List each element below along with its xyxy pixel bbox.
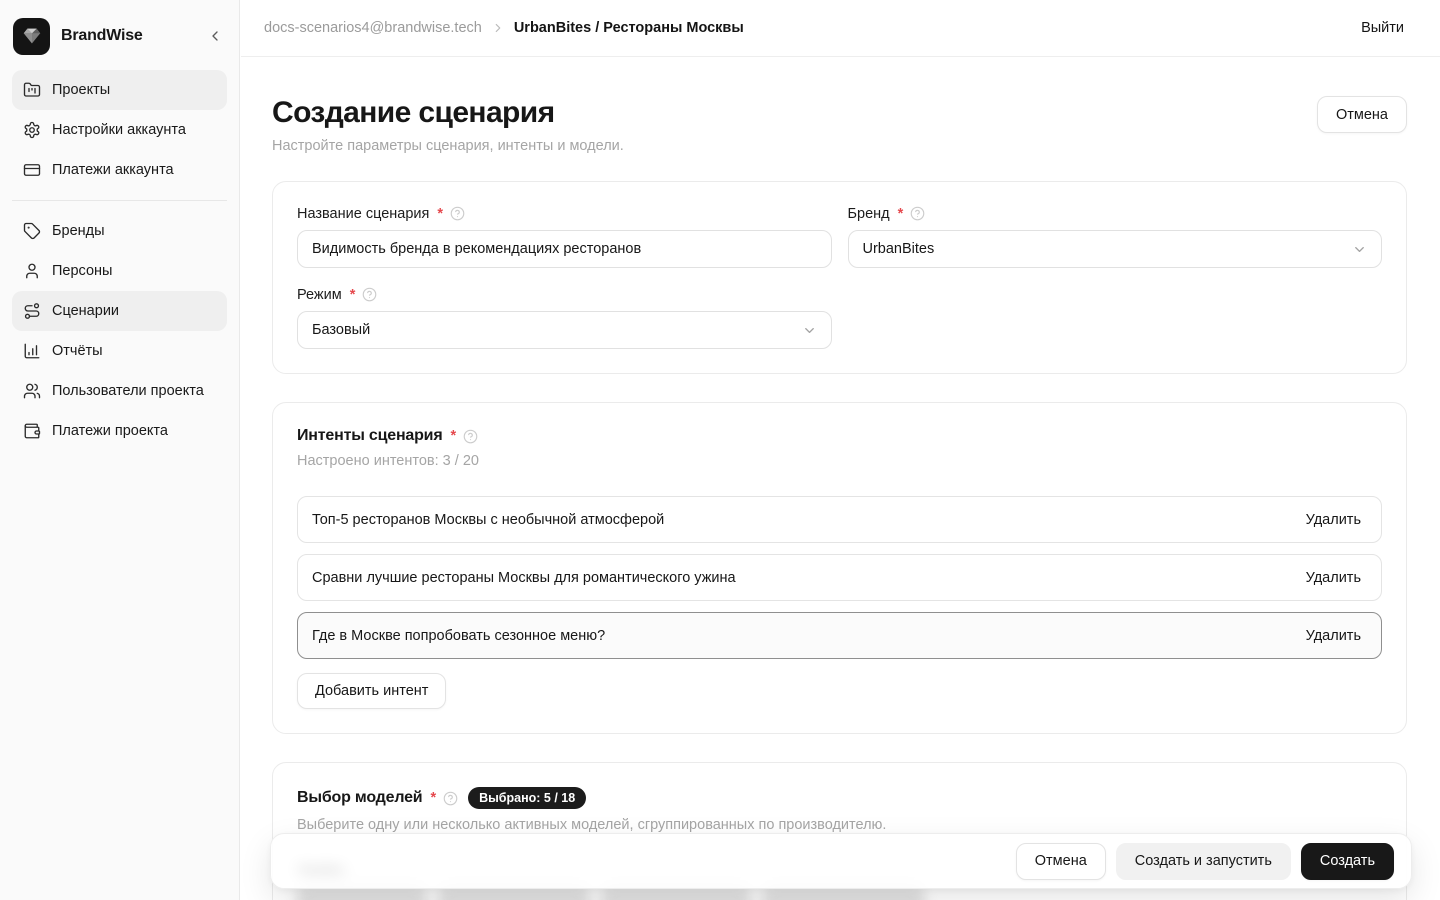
gem-icon: [21, 25, 43, 47]
chevron-down-icon: [802, 323, 817, 338]
selected-count-badge: Выбрано: 5 / 18: [468, 787, 586, 809]
page-subtitle: Настройте параметры сценария, интенты и …: [272, 138, 624, 154]
mode-select-value: Базовый: [312, 322, 370, 338]
brand-select-value: UrbanBites: [863, 241, 935, 257]
help-icon[interactable]: [450, 206, 465, 221]
add-intent-button[interactable]: Добавить интент: [297, 673, 446, 709]
mode-field: Режим * Базовый: [297, 287, 832, 349]
required-mark: *: [437, 206, 443, 222]
required-mark: *: [350, 287, 356, 303]
scenario-params-card: Название сценария * Бренд * Urb: [272, 181, 1407, 374]
cancel-button-footer[interactable]: Отмена: [1016, 843, 1106, 880]
sidebar-nav-account: Проекты Настройки аккаунта Платежи аккау…: [0, 70, 239, 190]
sidebar: BrandWise Проекты Настройки аккаунта Пла…: [0, 0, 240, 900]
chevron-right-icon: [491, 21, 505, 35]
sidebar-item-label: Платежи проекта: [52, 423, 168, 439]
top-header: docs-scenarios4@brandwise.tech UrbanBite…: [241, 0, 1440, 57]
sidebar-item-label: Бренды: [52, 223, 105, 239]
help-icon[interactable]: [443, 791, 458, 806]
mode-select[interactable]: Базовый: [297, 311, 832, 349]
scenario-name-input[interactable]: [297, 230, 832, 268]
sidebar-logo-row: BrandWise: [13, 12, 227, 60]
sidebar-item-account-payments[interactable]: Платежи аккаунта: [12, 150, 227, 190]
intent-text: Сравни лучшие рестораны Москвы для роман…: [312, 570, 736, 586]
breadcrumb: docs-scenarios4@brandwise.tech UrbanBite…: [264, 20, 1361, 36]
brandwise-logo: [13, 18, 50, 55]
sidebar-item-label: Персоны: [52, 263, 112, 279]
brand-select[interactable]: UrbanBites: [848, 230, 1383, 268]
scenario-name-field: Название сценария *: [297, 206, 832, 268]
delete-intent-button[interactable]: Удалить: [1306, 628, 1361, 644]
user-icon: [23, 262, 41, 280]
sidebar-item-projects[interactable]: Проекты: [12, 70, 227, 110]
chevron-down-icon: [1352, 242, 1367, 257]
brand-label: Бренд: [848, 206, 890, 222]
intent-list: Топ-5 ресторанов Москвы с необычной атмо…: [297, 496, 1382, 659]
intent-text: Топ-5 ресторанов Москвы с необычной атмо…: [312, 512, 664, 528]
create-and-run-button[interactable]: Создать и запустить: [1116, 843, 1291, 880]
gear-icon: [23, 121, 41, 139]
bar-chart-icon: [23, 342, 41, 360]
intent-row-focused[interactable]: Где в Москве попробовать сезонное меню? …: [297, 612, 1382, 659]
logout-button[interactable]: Выйти: [1361, 20, 1404, 36]
sidebar-nav-project: Бренды Персоны Сценарии Отчёты Пользоват…: [0, 211, 239, 451]
delete-intent-button[interactable]: Удалить: [1306, 512, 1361, 528]
help-icon[interactable]: [463, 429, 478, 444]
sidebar-item-label: Настройки аккаунта: [52, 122, 186, 138]
sidebar-item-brands[interactable]: Бренды: [12, 211, 227, 251]
intents-title: Интенты сценария: [297, 427, 442, 445]
sidebar-item-reports[interactable]: Отчёты: [12, 331, 227, 371]
route-icon: [23, 302, 41, 320]
sidebar-item-label: Сценарии: [52, 303, 119, 319]
sidebar-item-personas[interactable]: Персоны: [12, 251, 227, 291]
page-head: Создание сценария Настройте параметры сц…: [272, 96, 1407, 154]
page-title: Создание сценария: [272, 96, 624, 129]
sidebar-collapse-button[interactable]: [203, 24, 227, 48]
breadcrumb-account[interactable]: docs-scenarios4@brandwise.tech: [264, 20, 482, 36]
brand-field: Бренд * UrbanBites: [848, 206, 1383, 268]
sidebar-item-account-settings[interactable]: Настройки аккаунта: [12, 110, 227, 150]
users-icon: [23, 382, 41, 400]
chevron-left-icon: [207, 28, 223, 44]
sidebar-item-label: Платежи аккаунта: [52, 162, 174, 178]
intent-text: Где в Москве попробовать сезонное меню?: [312, 628, 605, 644]
intent-row[interactable]: Сравни лучшие рестораны Москвы для роман…: [297, 554, 1382, 601]
main-content: Создание сценария Настройте параметры сц…: [241, 57, 1440, 900]
help-icon[interactable]: [910, 206, 925, 221]
sidebar-item-label: Проекты: [52, 82, 110, 98]
create-button[interactable]: Создать: [1301, 843, 1394, 880]
intents-counter: Настроено интентов: 3 / 20: [297, 453, 1382, 469]
intents-card: Интенты сценария * Настроено интентов: 3…: [272, 402, 1407, 734]
sidebar-item-project-payments[interactable]: Платежи проекта: [12, 411, 227, 451]
breadcrumb-project[interactable]: UrbanBites / Рестораны Москвы: [514, 20, 744, 36]
required-mark: *: [450, 428, 456, 444]
required-mark: *: [430, 790, 436, 806]
mode-label: Режим: [297, 287, 342, 303]
folder-kanban-icon: [23, 81, 41, 99]
sidebar-item-project-users[interactable]: Пользователи проекта: [12, 371, 227, 411]
tag-icon: [23, 222, 41, 240]
action-footer: Отмена Создать и запустить Создать: [270, 833, 1412, 889]
scenario-name-label: Название сценария: [297, 206, 429, 222]
models-title: Выбор моделей: [297, 789, 422, 807]
wallet-icon: [23, 422, 41, 440]
models-subtitle: Выберите одну или несколько активных мод…: [297, 817, 1382, 833]
sidebar-divider: [12, 200, 227, 201]
intent-row[interactable]: Топ-5 ресторанов Москвы с необычной атмо…: [297, 496, 1382, 543]
sidebar-item-label: Отчёты: [52, 343, 103, 359]
delete-intent-button[interactable]: Удалить: [1306, 570, 1361, 586]
credit-card-icon: [23, 161, 41, 179]
page-head-text: Создание сценария Настройте параметры сц…: [272, 96, 624, 154]
cancel-button-top[interactable]: Отмена: [1317, 96, 1407, 133]
sidebar-item-label: Пользователи проекта: [52, 383, 204, 399]
required-mark: *: [898, 206, 904, 222]
sidebar-item-scenarios[interactable]: Сценарии: [12, 291, 227, 331]
help-icon[interactable]: [362, 287, 377, 302]
brand-name: BrandWise: [61, 27, 203, 45]
